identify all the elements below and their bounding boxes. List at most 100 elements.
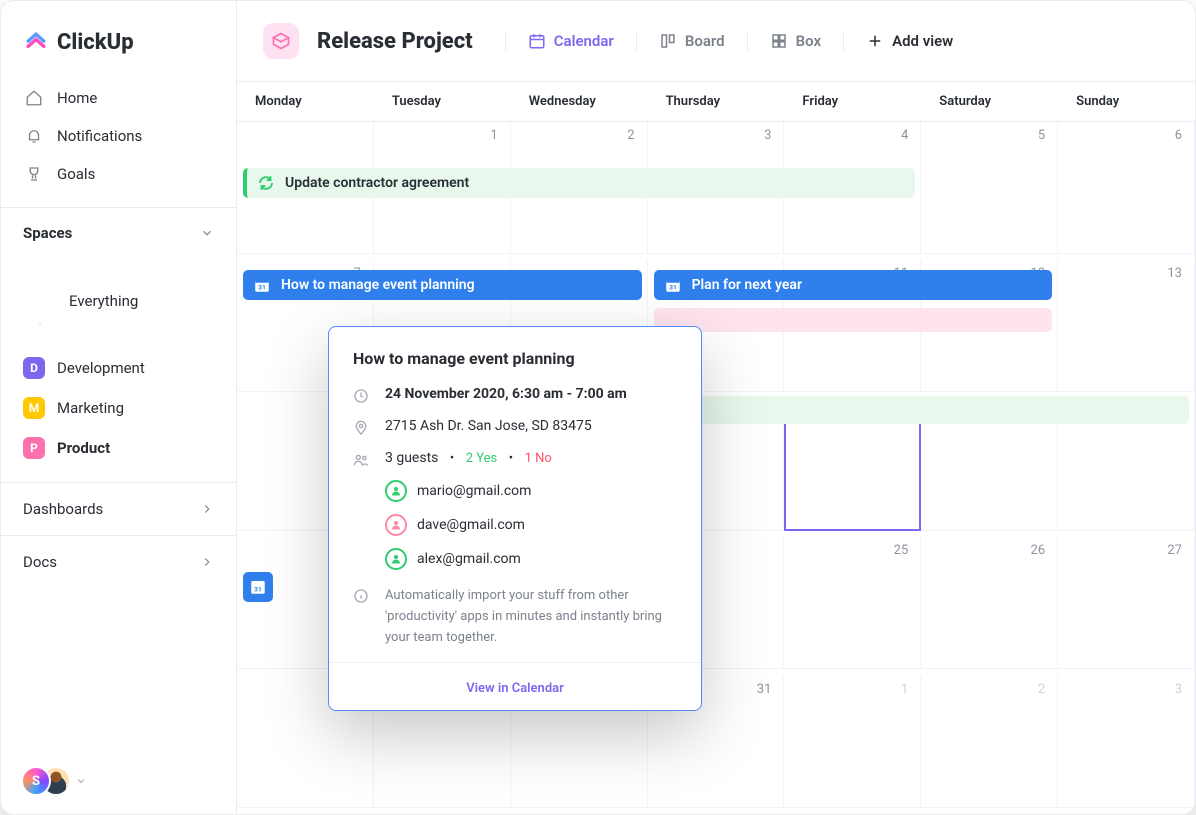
calendar-cell[interactable]: 25 <box>784 537 921 669</box>
event-plan-label: Plan for next year <box>692 277 802 293</box>
nav-notifications[interactable]: Notifications <box>11 117 226 155</box>
chevron-right-icon <box>200 502 214 516</box>
person-icon <box>385 548 407 570</box>
plus-icon <box>866 32 884 50</box>
calendar-cell[interactable]: 26 <box>921 537 1058 669</box>
project-title: Release Project <box>317 29 473 54</box>
popover-location: 2715 Ash Dr. San Jose, SD 83475 <box>385 418 592 434</box>
calendar-cell[interactable]: 3 <box>1058 676 1195 808</box>
event-green-bar[interactable] <box>654 396 1189 424</box>
app-window: ClickUp Home Notifications Goals Spaces <box>0 0 1196 815</box>
nav-notifications-label: Notifications <box>57 127 142 145</box>
space-everything[interactable]: Everything <box>11 254 226 348</box>
calendar-icon <box>528 32 546 50</box>
view-tab-calendar[interactable]: Calendar <box>524 26 618 56</box>
user-switcher[interactable] <box>1 748 236 814</box>
date-number: 25 <box>894 543 909 558</box>
calendar-cell[interactable]: 5 <box>921 122 1058 254</box>
person-icon <box>385 514 407 536</box>
view-tab-calendar-label: Calendar <box>554 32 614 50</box>
calendar-cell[interactable]: 13 <box>1058 260 1195 392</box>
calendar-cell[interactable]: 2 <box>921 676 1058 808</box>
nav-goals[interactable]: Goals <box>11 155 226 193</box>
space-product[interactable]: P Product <box>11 428 226 468</box>
guest-row[interactable]: mario@gmail.com <box>385 474 677 508</box>
section-docs-label: Docs <box>23 553 57 571</box>
popover-location-row: 2715 Ash Dr. San Jose, SD 83475 <box>353 418 677 436</box>
popover-description: Automatically import your stuff from oth… <box>385 586 677 648</box>
people-icon <box>353 452 369 468</box>
day-header: Thursday <box>648 82 785 121</box>
calendar-grid[interactable]: 1234567111213141819202125262728293031123… <box>237 122 1195 814</box>
spaces-list: Everything D Development M Marketing P P… <box>1 252 236 482</box>
date-number: 27 <box>1167 543 1182 558</box>
event-contractor-label: Update contractor agreement <box>285 175 469 191</box>
space-badge-m: M <box>23 397 45 419</box>
date-number: 31 <box>757 682 772 697</box>
svg-text:31: 31 <box>258 284 266 292</box>
calendar-header-row: Monday Tuesday Wednesday Thursday Friday… <box>237 82 1195 122</box>
brand[interactable]: ClickUp <box>1 1 236 77</box>
section-dashboards-label: Dashboards <box>23 500 103 518</box>
popover-guests-row: 3 guests • 2 Yes • 1 No <box>353 450 677 468</box>
box-icon <box>770 32 788 50</box>
view-tab-board[interactable]: Board <box>655 26 729 56</box>
view-tab-box-label: Box <box>796 32 821 50</box>
calendar-cell[interactable]: 27 <box>1058 537 1195 669</box>
svg-text:31: 31 <box>669 284 677 292</box>
calendar-date-icon: 31 <box>249 578 267 596</box>
popover-title: How to manage event planning <box>353 349 677 368</box>
clock-icon <box>353 388 369 404</box>
guest-email: alex@gmail.com <box>417 551 521 567</box>
guest-list: mario@gmail.com dave@gmail.com alex@gmai… <box>385 474 677 576</box>
svg-text:31: 31 <box>254 586 262 594</box>
event-manage-label: How to manage event planning <box>281 277 475 293</box>
popover-datetime-row: 24 November 2020, 6:30 am - 7:00 am <box>353 386 677 404</box>
avatar-s <box>21 766 51 796</box>
calendar-cell[interactable]: 1 <box>784 676 921 808</box>
chevron-right-icon <box>200 555 214 569</box>
brand-name: ClickUp <box>57 30 134 55</box>
popover-guests-count: 3 guests <box>385 450 438 466</box>
date-number: 26 <box>1031 543 1046 558</box>
space-marketing[interactable]: M Marketing <box>11 388 226 428</box>
spaces-header-label: Spaces <box>23 224 72 242</box>
date-number: 6 <box>1175 128 1182 143</box>
space-development[interactable]: D Development <box>11 348 226 388</box>
guest-email: dave@gmail.com <box>417 517 525 533</box>
project-icon <box>263 23 299 59</box>
view-tab-board-label: Board <box>685 32 725 50</box>
section-dashboards[interactable]: Dashboards <box>1 482 236 535</box>
calendar-cell[interactable]: 6 <box>1058 122 1195 254</box>
event-manage[interactable]: 31 How to manage event planning <box>243 270 642 300</box>
nav-goals-label: Goals <box>57 165 95 183</box>
section-docs[interactable]: Docs <box>1 535 236 588</box>
day-header: Wednesday <box>511 82 648 121</box>
add-view-button[interactable]: Add view <box>862 26 957 56</box>
guest-email: mario@gmail.com <box>417 483 531 499</box>
event-pink-bar[interactable] <box>654 308 1053 332</box>
topbar: Release Project Calendar Board Box Add v… <box>237 1 1195 82</box>
location-icon <box>353 420 369 436</box>
guest-row[interactable]: dave@gmail.com <box>385 508 677 542</box>
event-contractor[interactable]: Update contractor agreement <box>243 168 915 198</box>
date-number: 1 <box>901 682 908 697</box>
spaces-header[interactable]: Spaces <box>1 207 236 252</box>
date-number: 2 <box>1038 682 1045 697</box>
popover-guests-no: 1 No <box>525 451 552 466</box>
view-in-calendar-link[interactable]: View in Calendar <box>466 681 564 696</box>
view-tab-box[interactable]: Box <box>766 26 825 56</box>
recurrence-icon <box>257 174 275 192</box>
guest-row[interactable]: alex@gmail.com <box>385 542 677 576</box>
event-blue-stub[interactable]: 31 <box>243 572 273 602</box>
space-badge-p: P <box>23 437 45 459</box>
chevron-down-icon <box>200 226 214 240</box>
nav-home[interactable]: Home <box>11 79 226 117</box>
space-everything-label: Everything <box>69 292 138 310</box>
add-view-label: Add view <box>892 32 953 50</box>
bell-icon <box>25 127 43 145</box>
space-marketing-label: Marketing <box>57 399 124 417</box>
date-number: 3 <box>764 128 771 143</box>
event-plan[interactable]: 31 Plan for next year <box>654 270 1053 300</box>
chevron-down-icon <box>75 775 87 787</box>
